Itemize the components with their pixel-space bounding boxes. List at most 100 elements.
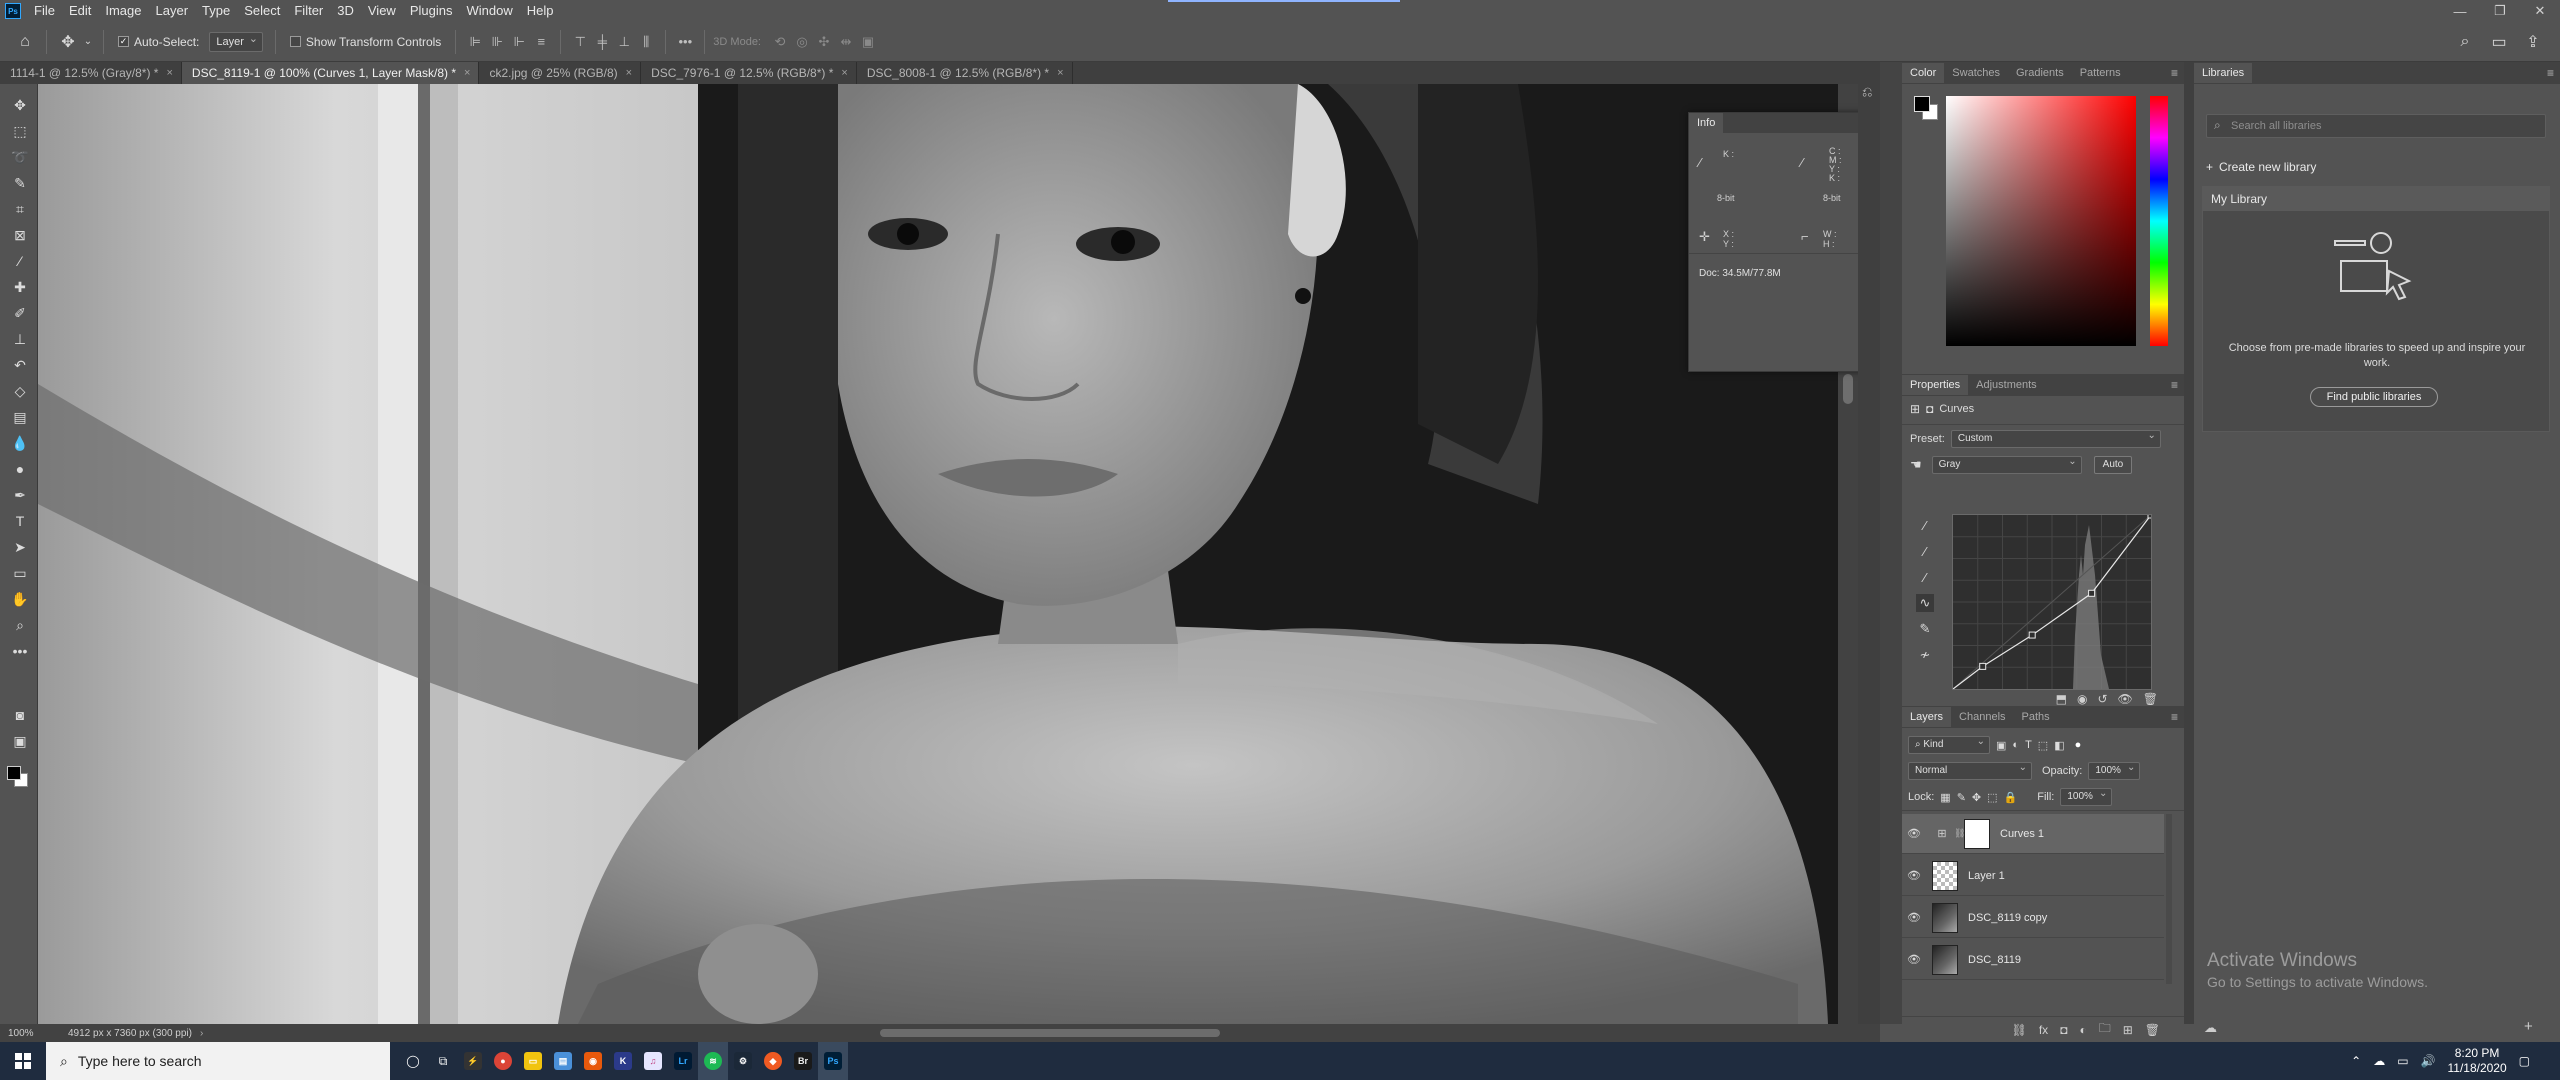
auto-button[interactable]: Auto: [2093, 456, 2133, 474]
menu-window[interactable]: Window: [459, 0, 519, 22]
curve-control-point[interactable]: [1979, 662, 1987, 670]
curve-control-point[interactable]: [2028, 631, 2036, 639]
layer-row-layer-1[interactable]: 👁 Layer 1: [1902, 856, 2164, 896]
lock-image-icon[interactable]: ✎: [1957, 791, 1966, 804]
find-public-libraries-button[interactable]: Find public libraries: [2310, 387, 2438, 407]
dodge-tool-icon[interactable]: ●: [8, 458, 32, 480]
layers-scrollbar[interactable]: [2166, 814, 2172, 984]
auto-select-dropdown[interactable]: Layer: [209, 30, 263, 52]
tab-channels[interactable]: Channels: [1951, 707, 2013, 727]
path-select-icon[interactable]: ➤: [8, 536, 32, 558]
tab-swatches[interactable]: Swatches: [1944, 63, 2008, 83]
menu-filter[interactable]: Filter: [287, 0, 330, 22]
panel-menu-icon[interactable]: ≡: [2171, 710, 2178, 724]
filter-type-icon[interactable]: T: [2025, 739, 2032, 751]
pen-tool-icon[interactable]: ✒: [8, 484, 32, 506]
preset-dropdown[interactable]: Custom: [1950, 428, 2161, 448]
visibility-icon[interactable]: 👁: [1902, 911, 1926, 924]
close-icon[interactable]: ×: [841, 62, 847, 84]
visibility-icon[interactable]: 👁: [1902, 869, 1926, 882]
link-icon[interactable]: ⛓: [1954, 828, 1965, 839]
show-transform-checkbox[interactable]: Show Transform Controls: [289, 35, 441, 49]
menu-3d[interactable]: 3D: [330, 0, 361, 22]
pencil-icon[interactable]: ✎: [1916, 620, 1934, 638]
close-icon[interactable]: ✕: [2520, 0, 2560, 22]
brush-tool-icon[interactable]: ✐: [8, 302, 32, 324]
zoom-tool-icon[interactable]: ⌕: [8, 614, 32, 636]
quick-mask-icon[interactable]: ◙: [8, 704, 32, 726]
filter-adjustment-icon[interactable]: ◐: [2012, 739, 2019, 751]
eyedropper-tool-icon[interactable]: ⁄: [8, 250, 32, 272]
share-icon[interactable]: ⇪: [2520, 29, 2546, 55]
tab-patterns[interactable]: Patterns: [2072, 63, 2129, 83]
tab-libraries[interactable]: Libraries: [2194, 63, 2253, 83]
app-icon-5[interactable]: ◆: [758, 1042, 788, 1080]
menu-edit[interactable]: Edit: [62, 0, 98, 22]
hand-tool-icon[interactable]: ✋: [8, 588, 32, 610]
layer-row-curves[interactable]: 👁 ⊞ ⛓ Curves 1: [1902, 814, 2164, 854]
tab-properties[interactable]: Properties: [1902, 375, 1969, 395]
menu-plugins[interactable]: Plugins: [403, 0, 460, 22]
layer-name[interactable]: Curves 1: [2000, 828, 2044, 840]
visibility-icon[interactable]: 👁: [1902, 827, 1926, 840]
tab-document-3[interactable]: ck2.jpg @ 25% (RGB/8) ×: [479, 62, 642, 84]
foreground-color-swatch[interactable]: [7, 766, 21, 780]
align-right-icon[interactable]: ⊩: [508, 31, 530, 53]
clock[interactable]: 8:20 PM 11/18/2020: [2447, 1046, 2506, 1076]
history-icon[interactable]: ⎌: [1862, 84, 1872, 100]
layer-name[interactable]: DSC_8119 copy: [1968, 912, 2047, 924]
fx-icon[interactable]: fx: [2039, 1023, 2048, 1037]
cortana-icon[interactable]: ◯: [398, 1042, 428, 1080]
menu-layer[interactable]: Layer: [149, 0, 196, 22]
lock-transparent-icon[interactable]: ▦: [1940, 791, 1950, 804]
lasso-tool-icon[interactable]: ➰: [8, 146, 32, 168]
healing-brush-icon[interactable]: ✚: [8, 276, 32, 298]
photoshop-logo-icon[interactable]: Ps: [5, 3, 21, 19]
tab-gradients[interactable]: Gradients: [2008, 63, 2072, 83]
search-icon[interactable]: ⌕: [2452, 29, 2478, 55]
color-picker-field[interactable]: [1946, 96, 2136, 346]
eraser-tool-icon[interactable]: ◇: [8, 380, 32, 402]
tab-info[interactable]: Info: [1689, 113, 1724, 133]
history-brush-icon[interactable]: ↶: [8, 354, 32, 376]
close-icon[interactable]: ×: [626, 62, 632, 84]
align-left-icon[interactable]: ⊫: [464, 31, 486, 53]
steam-icon[interactable]: ⚙: [728, 1042, 758, 1080]
photoshop-icon[interactable]: Ps: [818, 1042, 848, 1080]
fill-input[interactable]: 100%: [2060, 786, 2113, 806]
clone-stamp-icon[interactable]: ⊥: [8, 328, 32, 350]
menu-help[interactable]: Help: [520, 0, 561, 22]
gray-point-eyedropper-icon[interactable]: ⁄: [1916, 542, 1934, 560]
align-top-icon[interactable]: ⊤: [569, 31, 591, 53]
cloud-icon[interactable]: ☁: [2204, 1020, 2217, 1036]
library-name[interactable]: My Library: [2203, 187, 2549, 211]
tab-document-2[interactable]: DSC_8119-1 @ 100% (Curves 1, Layer Mask/…: [181, 62, 480, 84]
minimize-icon[interactable]: —: [2440, 0, 2480, 22]
marquee-tool-icon[interactable]: ⬚: [8, 120, 32, 142]
menu-select[interactable]: Select: [237, 0, 287, 22]
app-icon-3[interactable]: ◉: [578, 1042, 608, 1080]
auto-select-checkbox[interactable]: ✓ Auto-Select:: [118, 35, 199, 49]
new-group-icon[interactable]: 🗀: [2099, 1019, 2111, 1040]
file-explorer-icon[interactable]: ▭: [518, 1042, 548, 1080]
home-icon[interactable]: ⌂: [12, 29, 38, 55]
menu-image[interactable]: Image: [98, 0, 148, 22]
bridge-icon[interactable]: Br: [788, 1042, 818, 1080]
layer-name[interactable]: Layer 1: [1968, 870, 2005, 882]
blend-mode-dropdown[interactable]: Normal: [1908, 760, 2032, 780]
panel-menu-icon[interactable]: ≡: [2547, 66, 2554, 80]
close-icon[interactable]: ×: [1057, 62, 1063, 84]
panel-menu-icon[interactable]: ≡: [2171, 378, 2178, 392]
align-bottom-icon[interactable]: ⊥: [613, 31, 635, 53]
smooth-icon[interactable]: ≁: [1916, 646, 1934, 664]
close-icon[interactable]: ×: [464, 62, 470, 84]
filter-shape-icon[interactable]: ⬚: [2038, 739, 2048, 752]
itunes-icon[interactable]: ♫: [638, 1042, 668, 1080]
layer-row-background[interactable]: 👁 DSC_8119: [1902, 940, 2164, 980]
distribute-vertical-icon[interactable]: ⫼: [635, 31, 657, 53]
gradient-tool-icon[interactable]: ▤: [8, 406, 32, 428]
visibility-icon[interactable]: 👁: [2118, 692, 2133, 706]
tab-document-5[interactable]: DSC_8008-1 @ 12.5% (RGB/8*) * ×: [856, 62, 1073, 84]
black-point-eyedropper-icon[interactable]: ⁄: [1916, 516, 1934, 534]
add-mask-icon[interactable]: ◘: [2060, 1023, 2067, 1037]
